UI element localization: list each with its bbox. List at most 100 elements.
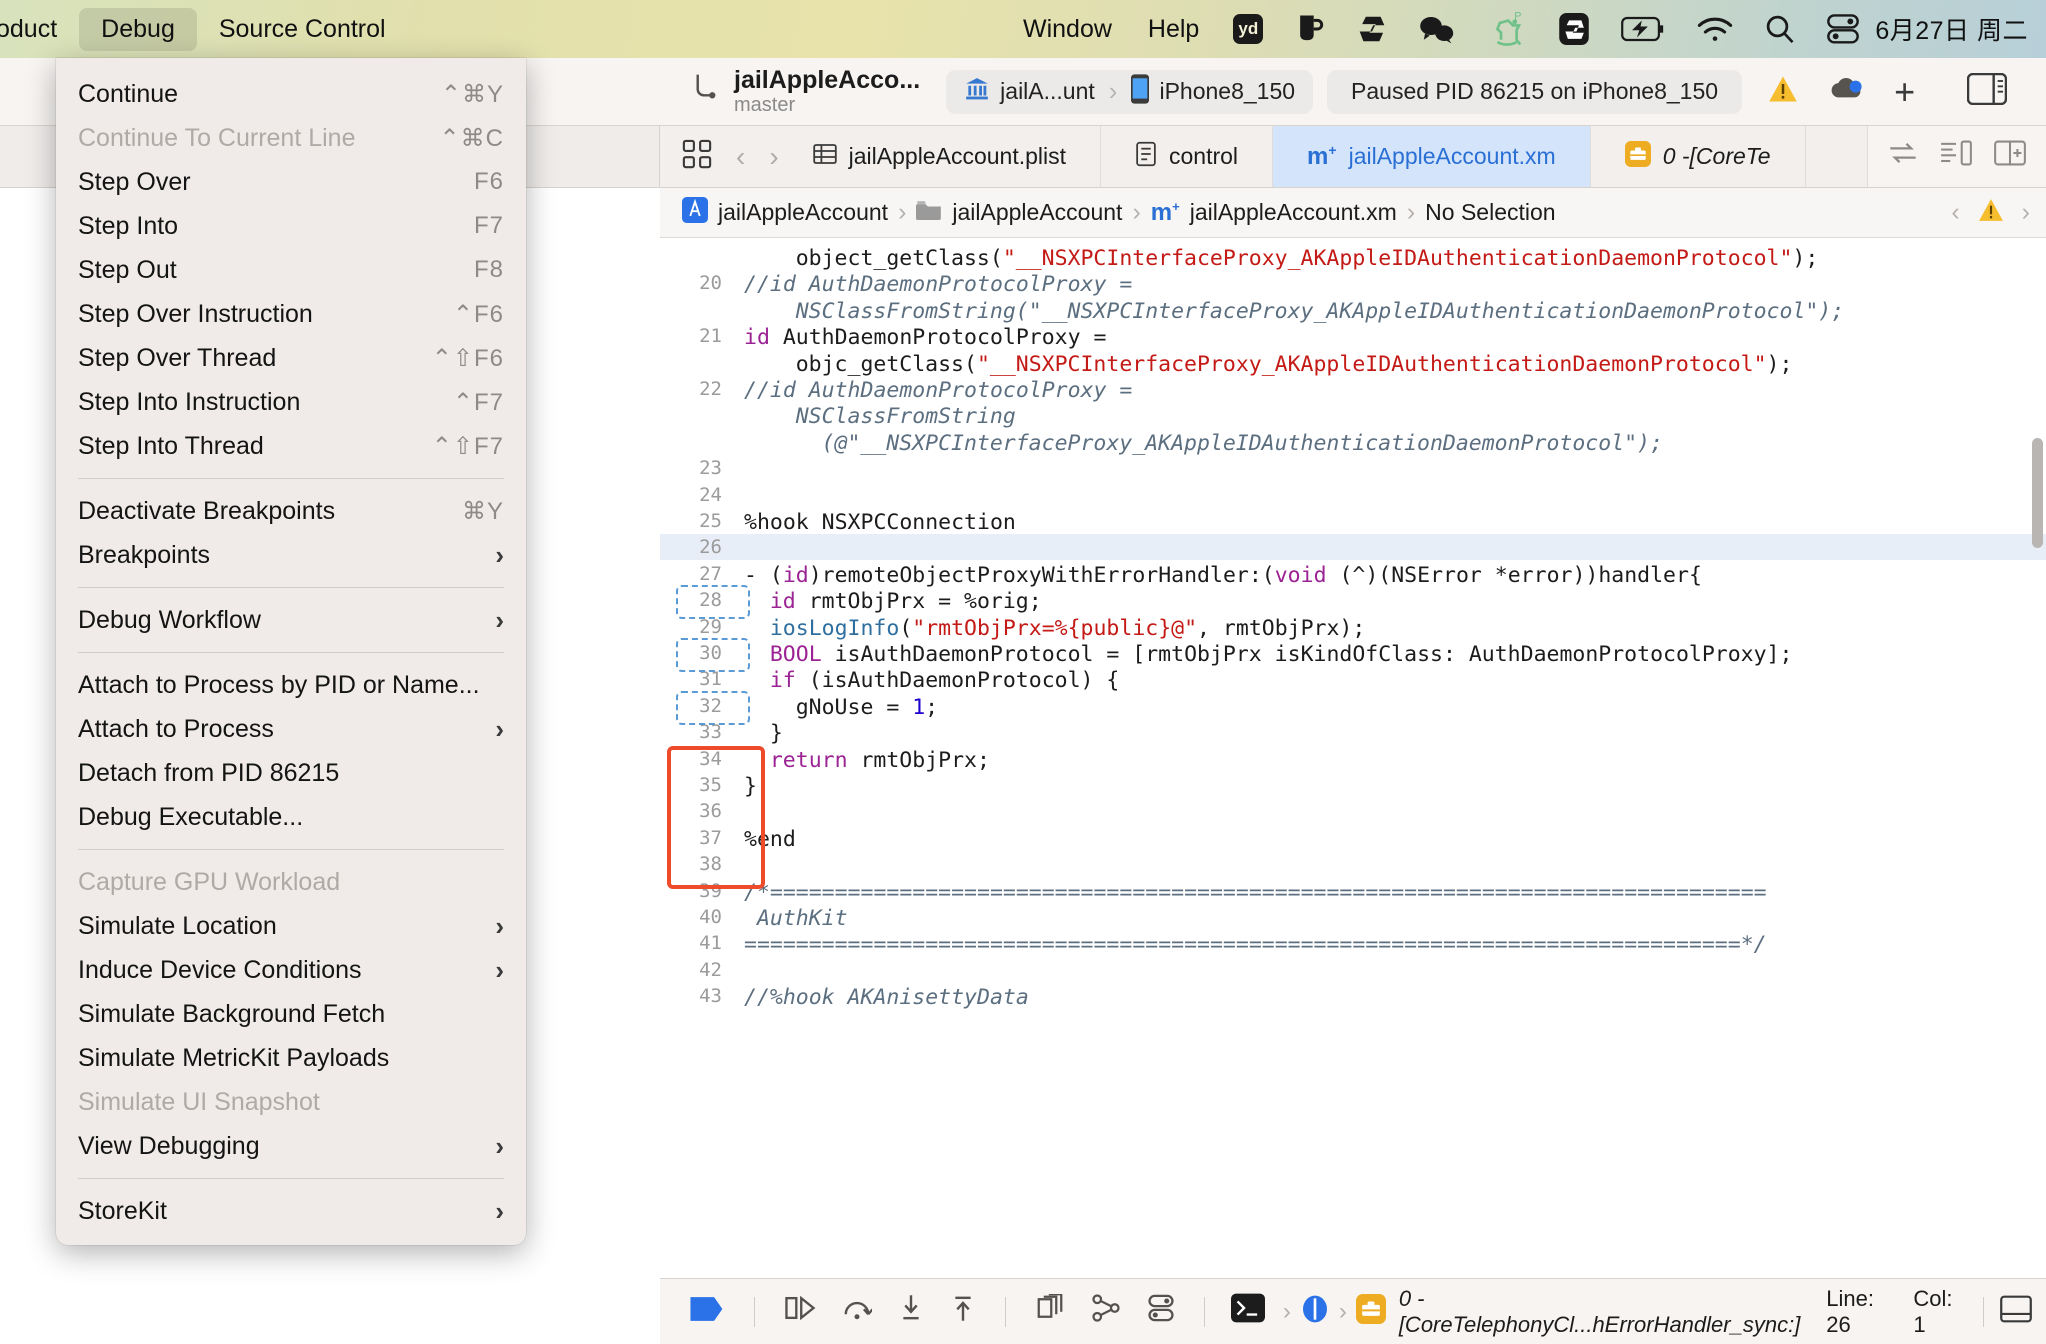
breadcrumb-item-folder[interactable]: jailAppleAccount (952, 199, 1122, 226)
line-number[interactable]: 42 (660, 959, 722, 981)
warning-triangle-icon[interactable] (1768, 75, 1798, 108)
control-center-icon[interactable] (1811, 14, 1875, 44)
line-number[interactable]: 21 (660, 325, 722, 347)
line-number[interactable]: 40 (660, 906, 722, 928)
line-number[interactable]: 26 (660, 536, 722, 558)
debug-view-hierarchy-icon[interactable] (1022, 1293, 1078, 1329)
code-line[interactable]: objc_getClass("__NSXPCInterfaceProxy_AKA… (796, 352, 1793, 378)
issue-next-button[interactable]: › (2022, 198, 2030, 227)
code-line[interactable]: return rmtObjPrx; (770, 748, 990, 774)
step-into-icon[interactable] (885, 1294, 937, 1329)
menubar-item-window[interactable]: Window (1005, 15, 1130, 44)
breakpoint-toggle-icon[interactable] (676, 1296, 738, 1328)
code-line[interactable]: id AuthDaemonProtocolProxy = (744, 325, 1106, 351)
line-number[interactable]: 25 (660, 510, 722, 532)
back-button[interactable]: ‹ (736, 141, 745, 173)
sogou-s-icon[interactable] (1543, 13, 1605, 45)
issue-prev-button[interactable]: ‹ (1951, 198, 1959, 227)
console-icon[interactable] (1221, 1293, 1275, 1330)
code-line[interactable]: AuthKit (744, 906, 848, 932)
line-number[interactable]: 23 (660, 457, 722, 479)
menu-item-deactivate-breakpoints[interactable]: Deactivate Breakpoints ⌘Y (56, 489, 526, 533)
menu-item-debug-workflow[interactable]: Debug Workflow › (56, 598, 526, 642)
code-line[interactable]: } (770, 721, 783, 747)
add-editor-icon[interactable] (1994, 140, 2026, 173)
code-line[interactable]: object_getClass("__NSXPCInterfaceProxy_A… (796, 246, 1819, 272)
scheme-block[interactable]: jailAppleAcco... master (690, 66, 920, 116)
line-number[interactable]: 20 (660, 272, 722, 294)
tab-jailappleaccount-plist[interactable]: jailAppleAccount.plist (779, 126, 1101, 187)
menu-item-detach-from-pid-86215[interactable]: Detach from PID 86215 (56, 751, 526, 795)
code-line[interactable]: id rmtObjPrx = %orig; (770, 589, 1042, 615)
code-line[interactable]: NSClassFromString (796, 404, 1016, 430)
toggle-debug-area-icon[interactable] (2000, 1295, 2046, 1329)
run-destination[interactable]: jailA...unt › iPhone8_150 (946, 69, 1314, 114)
editor-options-icon[interactable] (682, 139, 712, 174)
menu-item-step-into[interactable]: Step Into F7 (56, 204, 526, 248)
code-line[interactable]: BOOL isAuthDaemonProtocol = [rmtObjPrx i… (770, 642, 1793, 668)
breakpoint-marker[interactable] (676, 638, 750, 672)
code-line[interactable]: if (isAuthDaemonProtocol) { (770, 668, 1120, 694)
breadcrumb-item-project[interactable]: jailAppleAccount (718, 199, 888, 226)
line-number[interactable]: 24 (660, 484, 722, 506)
editor-vertical-scrollbar[interactable] (2032, 438, 2043, 548)
line-number[interactable]: 41 (660, 932, 722, 954)
code-line[interactable]: %hook NSXPCConnection (744, 510, 1016, 536)
battery-charging-icon[interactable] (1605, 16, 1681, 42)
menubar-item-debug[interactable]: Debug (79, 7, 197, 51)
code-line[interactable]: NSClassFromString("__NSXPCInterfaceProxy… (796, 299, 1844, 325)
wifi-icon[interactable] (1681, 15, 1749, 43)
step-over-icon[interactable] (829, 1295, 885, 1328)
continue-icon[interactable] (771, 1295, 829, 1328)
warning-triangle-icon[interactable] (1978, 198, 2004, 228)
menubar-clock[interactable]: 6月27日 周二 (1875, 11, 2046, 47)
toggle-inspector-icon[interactable] (1966, 72, 2008, 110)
menu-item-attach-to-process[interactable]: Attach to Process › (56, 707, 526, 751)
minimap-icon[interactable] (1940, 140, 1972, 173)
menu-item-debug-executable[interactable]: Debug Executable... (56, 795, 526, 839)
code-line[interactable]: gNoUse = 1; (796, 695, 938, 721)
tab-debug-frame[interactable]: 0 -[CoreTe (1591, 126, 1806, 187)
menubar-item-source-control[interactable]: Source Control (201, 15, 404, 44)
breakpoint-marker[interactable] (676, 585, 750, 620)
breadcrumb-item-file[interactable]: jailAppleAccount.xm (1190, 199, 1397, 226)
menu-item-step-out[interactable]: Step Out F8 (56, 248, 526, 292)
step-out-icon[interactable] (937, 1294, 989, 1329)
search-icon[interactable] (1749, 14, 1811, 44)
rocking-horse-icon[interactable]: P (1471, 11, 1543, 47)
destination-device[interactable]: iPhone8_150 (1159, 78, 1295, 105)
line-number[interactable]: 43 (660, 985, 722, 1007)
scheme-name[interactable]: jailAppleAcco... (734, 66, 920, 94)
line-number[interactable]: 22 (660, 378, 722, 400)
code-line[interactable]: iosLogInfo("rmtObjPrx=%{public}@", rmtOb… (770, 616, 1365, 642)
menu-item-step-into-thread[interactable]: Step Into Thread ⌃⇧F7 (56, 424, 526, 468)
debug-menu-dropdown[interactable]: Continue ⌃⌘Y Continue To Current Line ⌃⌘C St… (56, 58, 526, 1245)
line-number[interactable]: 27 (660, 563, 722, 585)
code-line[interactable]: - (id)remoteObjectProxyWithErrorHandler:… (744, 563, 1702, 589)
menu-item-view-debugging[interactable]: View Debugging › (56, 1124, 526, 1168)
menu-item-simulate-location[interactable]: Simulate Location › (56, 904, 526, 948)
wechat-icon[interactable] (1403, 14, 1471, 44)
menu-item-step-into-instruction[interactable]: Step Into Instruction ⌃F7 (56, 380, 526, 424)
breakpoint-marker[interactable] (676, 690, 750, 725)
menu-item-induce-device-conditions[interactable]: Induce Device Conditions › (56, 948, 526, 992)
menubar-item-help[interactable]: Help (1130, 15, 1217, 44)
coffee-pot-icon[interactable] (1279, 13, 1341, 45)
menubar-item-product[interactable]: oduct (0, 15, 75, 44)
code-line[interactable]: //id AuthDaemonProtocolProxy = (744, 272, 1132, 298)
environment-overrides-icon[interactable] (1134, 1294, 1188, 1329)
menu-item-simulate-metrickit-payloads[interactable]: Simulate MetricKit Payloads (56, 1036, 526, 1080)
menu-item-attach-to-process-by-pid-or-name[interactable]: Attach to Process by PID or Name... (56, 663, 526, 707)
code-line[interactable]: ========================================… (744, 932, 1767, 958)
code-line[interactable]: (@"__NSXPCInterfaceProxy_AKAppleIDAuthen… (822, 431, 1663, 457)
menu-item-simulate-background-fetch[interactable]: Simulate Background Fetch (56, 992, 526, 1036)
tab-control[interactable]: control (1101, 126, 1274, 187)
cloud-status-icon[interactable] (1828, 75, 1864, 108)
code-line[interactable]: //id AuthDaemonProtocolProxy = (744, 378, 1132, 404)
thread-frame-label[interactable]: 0 -[CoreTelephonyCl...hErrorHandler_sync… (1387, 1286, 1801, 1338)
code-editor[interactable]: object_getClass("__NSXPCInterfaceProxy_A… (660, 238, 2046, 1278)
menu-item-step-over-thread[interactable]: Step Over Thread ⌃⇧F6 (56, 336, 526, 380)
menu-item-step-over[interactable]: Step Over F6 (56, 160, 526, 204)
code-line[interactable]: /*======================================… (744, 880, 1767, 906)
yd-icon[interactable]: yd (1217, 14, 1279, 44)
